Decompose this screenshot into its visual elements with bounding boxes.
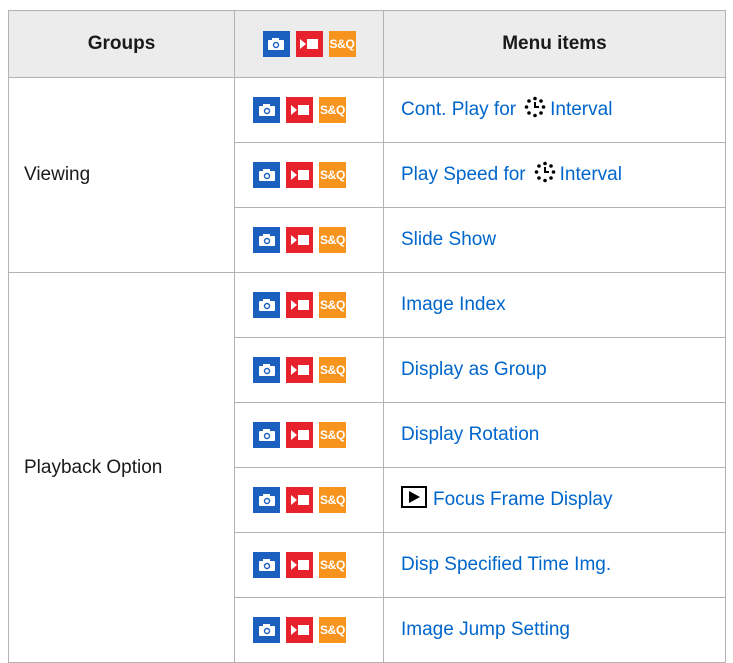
movie-icon: [286, 552, 313, 578]
camera-icon: [253, 227, 280, 253]
movie-icon: [286, 422, 313, 448]
menu-item-disp-specified-time[interactable]: Disp Specified Time Img.: [383, 532, 726, 598]
menu-item-label-suffix[interactable]: Interval: [550, 99, 612, 120]
movie-icon: [286, 357, 313, 383]
movie-icon: [286, 162, 313, 188]
playback-icon: [401, 486, 427, 514]
header-groups: Groups: [8, 10, 235, 78]
snq-badge: S&Q: [319, 162, 346, 188]
movie-icon: [286, 227, 313, 253]
movie-icon: [286, 292, 313, 318]
table-row: Viewing S&Q Cont. Play for Interval: [8, 77, 726, 273]
snq-badge: S&Q: [319, 617, 346, 643]
mode-cell: S&Q: [234, 402, 384, 468]
menu-item-image-index[interactable]: Image Index: [383, 272, 726, 338]
header-row: Groups S&Q Menu items: [8, 10, 726, 78]
snq-badge: S&Q: [328, 31, 356, 57]
mode-cell: S&Q: [234, 467, 384, 533]
camera-icon: [253, 422, 280, 448]
camera-icon: [253, 292, 280, 318]
movie-icon: [286, 487, 313, 513]
mode-cell: S&Q: [234, 272, 384, 338]
menu-item-image-jump-setting[interactable]: Image Jump Setting: [383, 597, 726, 663]
camera-icon: [253, 552, 280, 578]
snq-badge: S&Q: [319, 552, 346, 578]
movie-icon: [286, 97, 313, 123]
menu-item-focus-frame-display[interactable]: Focus Frame Display: [383, 467, 726, 533]
snq-badge: S&Q: [319, 97, 346, 123]
camera-icon: [253, 162, 280, 188]
mode-cell: S&Q: [234, 207, 384, 273]
mode-cell: S&Q: [234, 77, 384, 143]
snq-badge: S&Q: [319, 227, 346, 253]
menu-item-label[interactable]: Cont. Play for: [401, 99, 516, 120]
menu-item-display-rotation[interactable]: Display Rotation: [383, 402, 726, 468]
camera-icon: [262, 31, 290, 57]
mode-badges: S&Q: [235, 31, 383, 57]
header-modes: S&Q: [234, 10, 384, 78]
menu-item-label-suffix[interactable]: Interval: [560, 164, 622, 185]
camera-icon: [253, 357, 280, 383]
menu-item-slide-show[interactable]: Slide Show: [383, 207, 726, 273]
menu-item-display-as-group[interactable]: Display as Group: [383, 337, 726, 403]
mode-cell: S&Q: [234, 337, 384, 403]
camera-icon: [253, 97, 280, 123]
camera-icon: [253, 617, 280, 643]
mode-cell: S&Q: [234, 597, 384, 663]
menu-item-label[interactable]: Focus Frame Display: [433, 489, 613, 510]
menu-item-cont-play[interactable]: Cont. Play for Interval: [383, 77, 726, 143]
menu-item-label[interactable]: Play Speed for: [401, 164, 526, 185]
menu-table: Groups S&Q Menu items Viewing S&Q Cont. …: [8, 10, 726, 663]
snq-badge: S&Q: [319, 487, 346, 513]
interval-icon: [524, 96, 546, 124]
movie-icon: [295, 31, 323, 57]
snq-badge: S&Q: [319, 422, 346, 448]
camera-icon: [253, 487, 280, 513]
movie-icon: [286, 617, 313, 643]
group-playback-option: Playback Option: [8, 272, 235, 663]
interval-icon: [534, 161, 556, 189]
snq-badge: S&Q: [319, 357, 346, 383]
snq-badge: S&Q: [319, 292, 346, 318]
table-row: Playback Option S&Q Image Index: [8, 272, 726, 663]
group-viewing: Viewing: [8, 77, 235, 273]
menu-item-play-speed[interactable]: Play Speed for Interval: [383, 142, 726, 208]
mode-cell: S&Q: [234, 142, 384, 208]
header-menu-items: Menu items: [383, 10, 726, 78]
mode-cell: S&Q: [234, 532, 384, 598]
